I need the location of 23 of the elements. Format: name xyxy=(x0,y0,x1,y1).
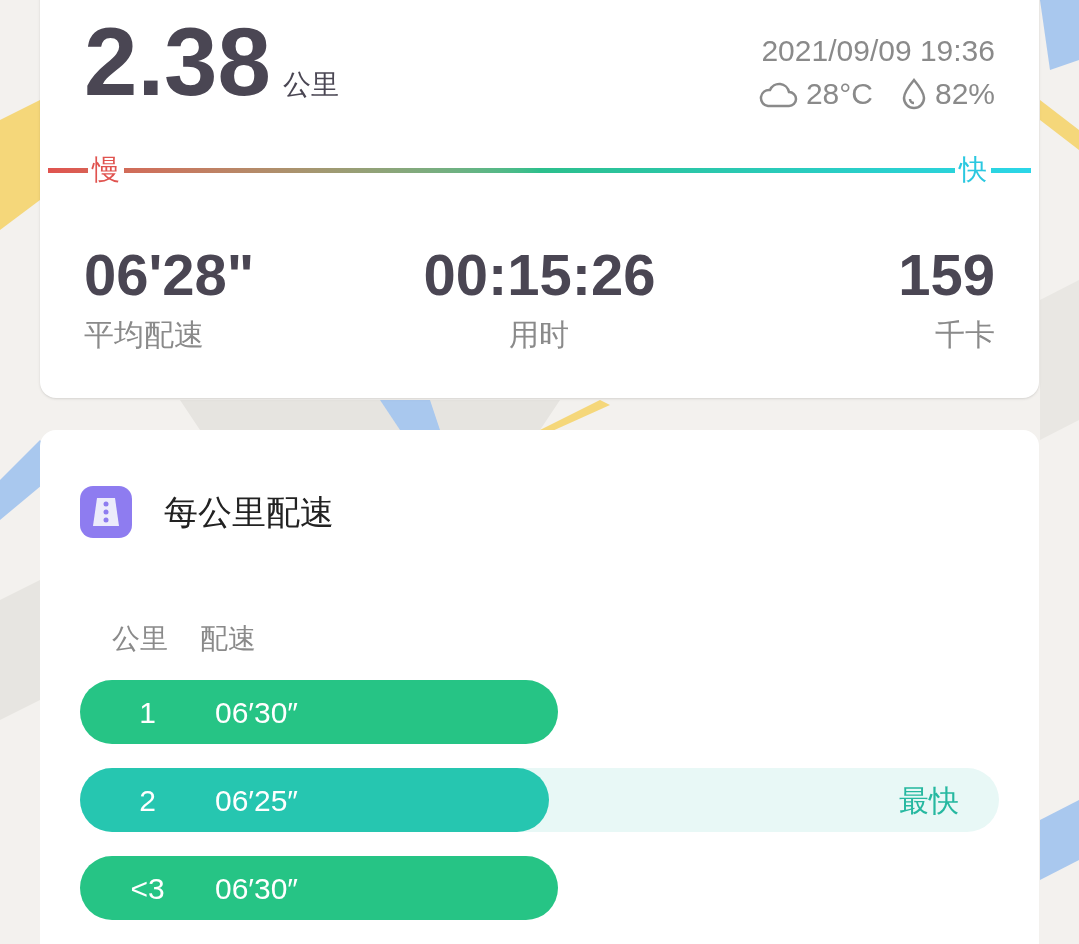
column-header: 公里 xyxy=(112,622,168,656)
pace-value: 06′30″ xyxy=(215,694,298,731)
date-time: 2021/09/09 19:36 xyxy=(761,36,995,66)
section-title: 每公里配速 xyxy=(164,491,334,533)
distance-unit: 公里 xyxy=(282,68,339,102)
distance-value: 2.38 xyxy=(84,14,271,110)
km-number: 1 xyxy=(138,694,157,731)
stat-label: 用时 xyxy=(509,320,570,350)
pace-value: 06′25″ xyxy=(215,782,298,819)
fastest-tag: 最快 xyxy=(899,777,959,823)
stat-label: 平均配速 xyxy=(84,320,204,350)
stat-value: 00:15:26 xyxy=(423,246,656,304)
humidity: 82% xyxy=(934,79,995,109)
stat-value: 06'28" xyxy=(84,246,255,304)
pace-value: 06′30″ xyxy=(215,870,298,907)
stat-value: 159 xyxy=(898,246,995,304)
road-icon xyxy=(80,486,132,538)
column-header: 配速 xyxy=(200,622,256,656)
stat-label: 千卡 xyxy=(935,320,995,350)
km-number: 2 xyxy=(138,782,157,819)
temperature: 28°C xyxy=(805,79,873,109)
km-number: <3 xyxy=(129,870,166,907)
water-drop-icon xyxy=(900,78,927,110)
